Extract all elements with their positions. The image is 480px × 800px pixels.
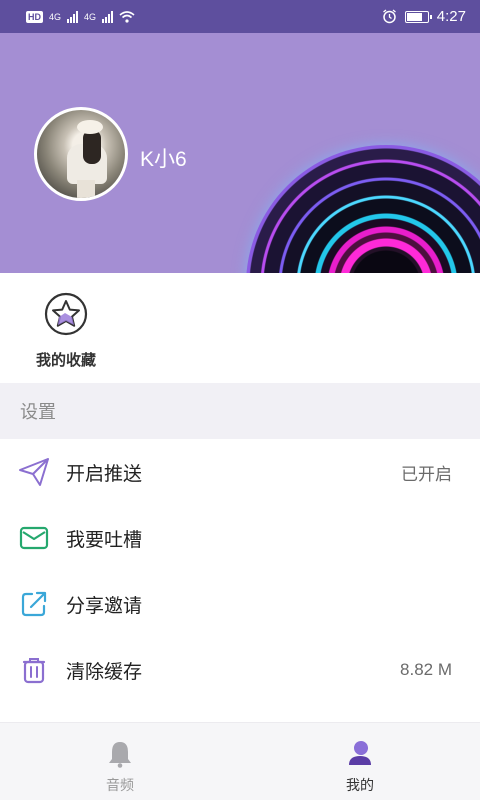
status-bar: HD 4G 4G 4:27 xyxy=(0,0,480,33)
network-label-2: 4G xyxy=(84,11,97,22)
settings-item-label: 我要吐槽 xyxy=(66,529,143,551)
username[interactable]: K小6 xyxy=(140,143,187,173)
settings-item-share[interactable]: 分享邀请 xyxy=(0,571,480,637)
tab-audio-label: 音频 xyxy=(106,777,134,793)
vinyl-record-decoration xyxy=(246,145,480,273)
bottom-nav: 音频 我的 xyxy=(0,722,480,800)
settings-list: 开启推送 已开启 我要吐槽 分享邀请 清除缓存 8.82 M xyxy=(0,439,480,703)
mail-icon xyxy=(18,522,50,554)
status-left: HD 4G 4G xyxy=(26,10,135,23)
settings-item-value: 8.82 M xyxy=(400,660,452,679)
tab-mine-label: 我的 xyxy=(346,777,374,793)
alarm-icon xyxy=(382,9,396,24)
settings-item-label: 清除缓存 xyxy=(66,661,143,683)
share-icon xyxy=(18,588,50,620)
network-label-1: 4G xyxy=(49,11,62,22)
settings-item-push[interactable]: 开启推送 已开启 xyxy=(0,439,480,505)
status-time: 4:27 xyxy=(436,8,466,25)
battery-icon xyxy=(404,10,432,23)
settings-item-value: 已开启 xyxy=(401,464,452,484)
tab-audio[interactable]: 音频 xyxy=(0,723,240,800)
avatar[interactable] xyxy=(34,107,128,201)
star-badge-icon xyxy=(44,292,88,336)
signal-icon-2 xyxy=(102,10,114,23)
settings-item-label: 开启推送 xyxy=(66,463,143,485)
settings-item-feedback[interactable]: 我要吐槽 xyxy=(0,505,480,571)
hd-badge: HD xyxy=(26,10,43,23)
profile-header: K小6 xyxy=(0,33,480,273)
favorites-button[interactable]: 我的收藏 xyxy=(30,291,102,370)
tab-mine[interactable]: 我的 xyxy=(240,723,480,800)
settings-header: 设置 xyxy=(0,383,480,439)
send-icon xyxy=(18,456,50,488)
favorites-label: 我的收藏 xyxy=(35,352,96,369)
favorites-section: 我的收藏 xyxy=(0,273,480,383)
trash-icon xyxy=(18,654,50,686)
person-icon xyxy=(349,741,371,765)
signal-icon xyxy=(67,10,79,23)
bell-icon xyxy=(109,742,131,768)
status-right: 4:27 xyxy=(382,8,466,25)
settings-item-clear-cache[interactable]: 清除缓存 8.82 M xyxy=(0,637,480,703)
wifi-icon xyxy=(119,10,135,23)
settings-item-label: 分享邀请 xyxy=(66,595,143,617)
